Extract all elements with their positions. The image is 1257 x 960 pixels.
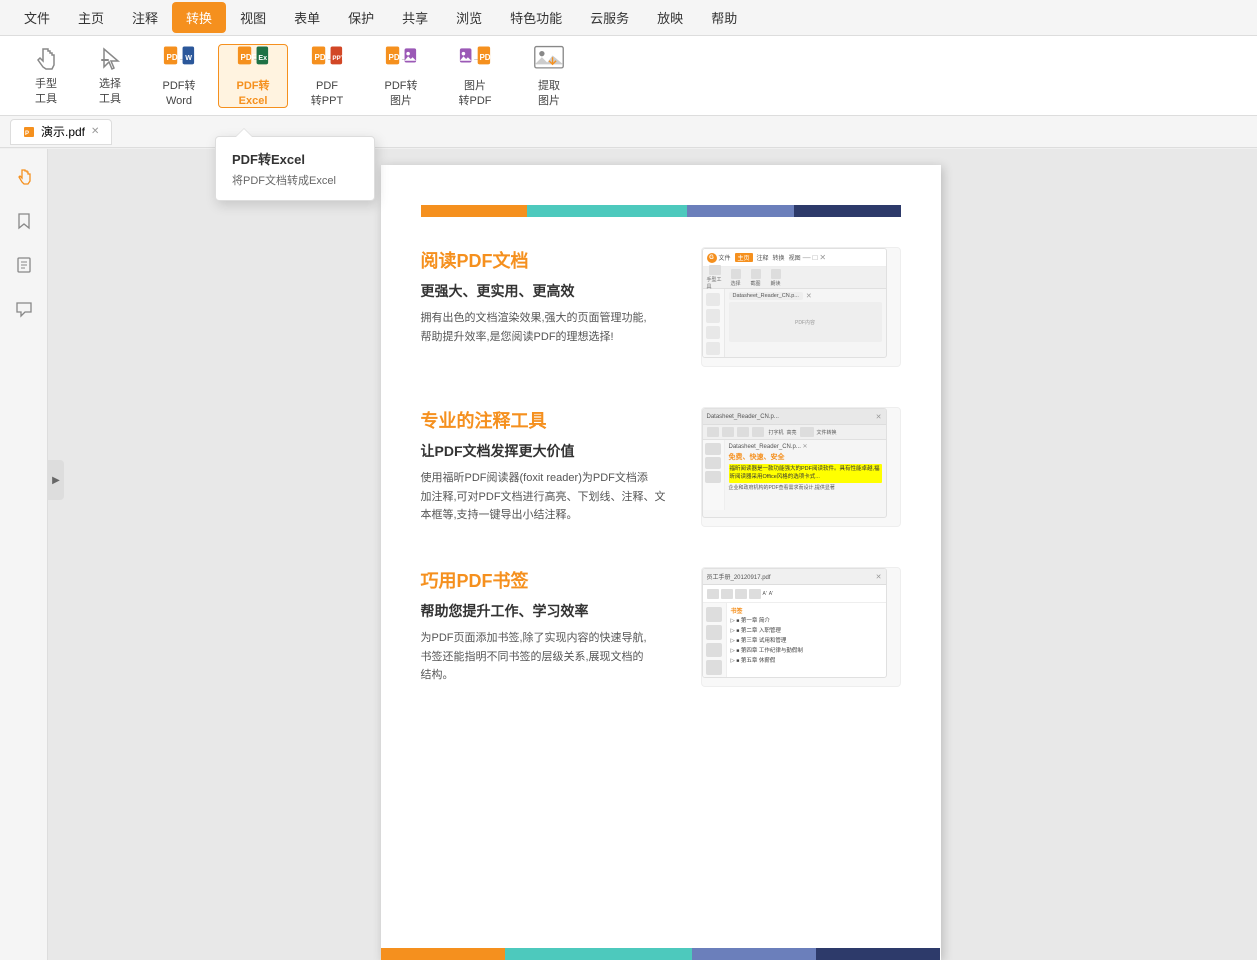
image-pdf-label: 图片转PDF <box>459 79 492 108</box>
pdf-to-ppt-button[interactable]: PDF → PPT PDF转PPT <box>292 44 362 108</box>
pdf-ppt-icon: PDF → PPT <box>311 43 343 75</box>
pdf-section2-image: Datasheet_Reader_CN.p... ✕ 打字机 高亮 <box>701 407 901 527</box>
pdf-to-image-button[interactable]: PDF → PDF转图片 <box>366 44 436 108</box>
tooltip-arrow <box>236 129 252 137</box>
tooltip-desc: 将PDF文档转成Excel <box>232 172 358 188</box>
pdf-section-annotate-text: 专业的注释工具 让PDF文档发挥更大价值 使用福昕PDF阅读器(foxit re… <box>421 407 681 525</box>
main-content-area: 阅读PDF文档 更强大、更实用、更高效 拥有出色的文档渲染效果,强大的页面管理功… <box>48 149 1257 960</box>
extract-icon <box>533 43 565 75</box>
left-icon-bookmark[interactable] <box>6 203 42 239</box>
left-icon-pages[interactable] <box>6 247 42 283</box>
menubar: 文件 主页 注释 转换 视图 表单 保护 共享 浏览 特色功能 云服务 放映 帮… <box>0 0 1257 36</box>
tab-filename: 演示.pdf <box>41 123 85 140</box>
pdf-section-read: 阅读PDF文档 更强大、更实用、更高效 拥有出色的文档渲染效果,强大的页面管理功… <box>421 247 901 367</box>
mini-sidebar <box>703 289 725 358</box>
extract-image-label: 提取图片 <box>538 79 560 108</box>
svg-text:Ex: Ex <box>258 54 267 62</box>
tabbar: P 演示.pdf ✕ <box>0 116 1257 148</box>
svg-text:W: W <box>185 54 192 62</box>
mini-tab-bar: Datasheet_Reader_CN.p... ✕ <box>729 292 882 300</box>
pdf-section-annotate: 专业的注释工具 让PDF文档发挥更大价值 使用福昕PDF阅读器(foxit re… <box>421 407 901 527</box>
mini-app-body: Datasheet_Reader_CN.p... ✕ PDF内容 <box>703 289 886 358</box>
svg-text:PDF: PDF <box>479 53 491 62</box>
pdf-word-icon: PDF → W <box>163 43 195 75</box>
mini-app-header: G 文件 主页 注释 转换 视图 — <box>703 249 886 267</box>
mini-toolbar: 手型工具 选择 截图 <box>703 267 886 289</box>
left-icon-comments[interactable] <box>6 291 42 327</box>
pdf-section3-subtitle: 帮助您提升工作、学习效率 <box>421 601 681 621</box>
pdf-section-read-text: 阅读PDF文档 更强大、更实用、更高效 拥有出色的文档渲染效果,强大的页面管理功… <box>421 247 681 346</box>
menu-cloud[interactable]: 云服务 <box>576 2 643 33</box>
pdf-section1-image: G 文件 主页 注释 转换 视图 — <box>701 247 901 367</box>
pdf-section2-subtitle: 让PDF文档发挥更大价值 <box>421 441 681 461</box>
mini-app-reader: G 文件 主页 注释 转换 视图 — <box>702 248 887 358</box>
toolbar: 手型工具 选择工具 PDF → W PDF转Word <box>0 36 1257 116</box>
pdf-section1-subtitle: 更强大、更实用、更高效 <box>421 281 681 301</box>
pdf-to-word-button[interactable]: PDF → W PDF转Word <box>144 44 214 108</box>
cursor-icon <box>94 45 126 73</box>
pdf-section3-body: 为PDF页面添加书签,除了实现内容的快速导航,书签还能指明不同书签的层级关系,展… <box>421 629 681 685</box>
bookmark-app-preview: 员工手册_20120917.pdf ✕ A'A' <box>702 568 887 678</box>
pdf-section1-title: 阅读PDF文档 <box>421 247 681 273</box>
pdf-section3-title: 巧用PDF书签 <box>421 567 681 593</box>
pdf-section2-body: 使用福昕PDF阅读器(foxit reader)为PDF文档添加注释,可对PDF… <box>421 469 681 525</box>
pdf-excel-icon: PDF → Ex <box>237 43 269 75</box>
anno-app-header: Datasheet_Reader_CN.p... ✕ <box>703 409 886 425</box>
select-tool-button[interactable]: 选择工具 <box>80 44 140 108</box>
pdf-ppt-label: PDF转PPT <box>311 79 343 108</box>
menu-home[interactable]: 主页 <box>64 2 118 33</box>
tooltip-title: PDF转Excel <box>232 149 358 168</box>
extract-image-button[interactable]: 提取图片 <box>514 44 584 108</box>
pdf-section3-image: 员工手册_20120917.pdf ✕ A'A' <box>701 567 901 687</box>
svg-text:PPT: PPT <box>332 55 343 62</box>
pdf-word-label: PDF转Word <box>163 79 196 108</box>
pdf-section1-body: 拥有出色的文档渲染效果,强大的页面管理功能,帮助提升效率,是您阅读PDF的理想选… <box>421 309 681 346</box>
menu-file[interactable]: 文件 <box>10 2 64 33</box>
pdf-page: 阅读PDF文档 更强大、更实用、更高效 拥有出色的文档渲染效果,强大的页面管理功… <box>381 165 941 960</box>
tab-close-button[interactable]: ✕ <box>91 126 99 137</box>
menu-form[interactable]: 表单 <box>280 2 334 33</box>
menu-protect[interactable]: 保护 <box>334 2 388 33</box>
pdf-colorbar <box>421 205 901 217</box>
tab-pdf[interactable]: P 演示.pdf ✕ <box>10 119 112 145</box>
pdf-excel-label: PDF转Excel <box>237 79 270 108</box>
hand-tool-label: 手型工具 <box>35 77 57 106</box>
bookmark-header: 员工手册_20120917.pdf ✕ <box>703 569 886 585</box>
pdf-to-excel-button[interactable]: PDF → Ex PDF转Excel <box>218 44 288 108</box>
tooltip-popup: PDF转Excel 将PDF文档转成Excel <box>215 136 375 201</box>
hand-tool-button[interactable]: 手型工具 <box>16 44 76 108</box>
left-panel <box>0 149 48 960</box>
menu-view[interactable]: 视图 <box>226 2 280 33</box>
pdf-viewer: 阅读PDF文档 更强大、更实用、更高效 拥有出色的文档渲染效果,强大的页面管理功… <box>64 165 1257 960</box>
hand-icon <box>30 45 62 73</box>
select-tool-label: 选择工具 <box>99 77 121 106</box>
annotation-app-preview: Datasheet_Reader_CN.p... ✕ 打字机 高亮 <box>702 408 887 518</box>
pdf-section-bookmark-text: 巧用PDF书签 帮助您提升工作、学习效率 为PDF页面添加书签,除了实现内容的快… <box>421 567 681 685</box>
menu-features[interactable]: 特色功能 <box>496 2 576 33</box>
left-icon-hand[interactable] <box>6 159 42 195</box>
collapse-panel-button[interactable]: ▶ <box>48 460 64 500</box>
menu-browse[interactable]: 浏览 <box>442 2 496 33</box>
pdf-image-icon: PDF → <box>385 43 417 75</box>
menu-convert[interactable]: 转换 <box>172 2 226 33</box>
svg-text:P: P <box>25 131 29 137</box>
image-to-pdf-button[interactable]: → PDF 图片转PDF <box>440 44 510 108</box>
menu-share[interactable]: 共享 <box>388 2 442 33</box>
image-pdf-icon: → PDF <box>459 43 491 75</box>
menu-annotate[interactable]: 注释 <box>118 2 172 33</box>
pdf-section-bookmark: 巧用PDF书签 帮助您提升工作、学习效率 为PDF页面添加书签,除了实现内容的快… <box>421 567 901 687</box>
menu-help[interactable]: 帮助 <box>697 2 751 33</box>
mini-content: Datasheet_Reader_CN.p... ✕ PDF内容 <box>725 289 886 358</box>
pdf-section2-title: 专业的注释工具 <box>421 407 681 433</box>
menu-presentation[interactable]: 放映 <box>643 2 697 33</box>
pdf-image-label: PDF转图片 <box>385 79 418 108</box>
pdf-bottom-colorbar <box>381 948 941 960</box>
pdf-tab-icon: P <box>23 126 35 138</box>
